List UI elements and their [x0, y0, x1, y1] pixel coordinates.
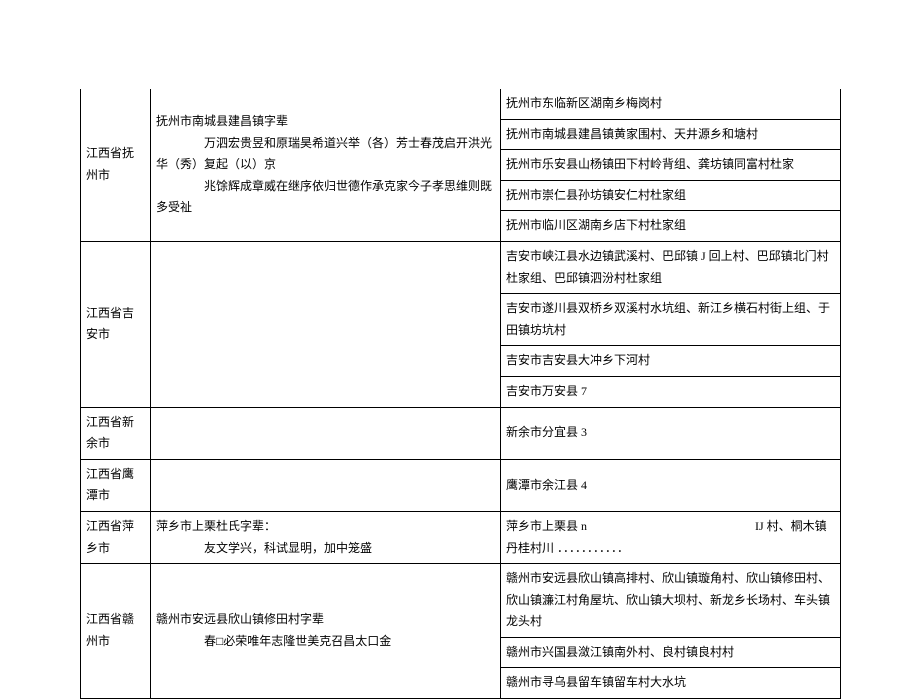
- zibei-text: 萍乡市上栗杜氏字辈：友文学兴，科试显明，加中笼盛: [156, 516, 495, 559]
- middle-cell: [151, 407, 501, 459]
- location-cell: 吉安市万安县 7: [501, 376, 841, 407]
- genealogy-table-wrapper: 江西省抚州市 抚州市南城县建昌镇字辈万泗宏贵昱和原瑞昊希道兴举（各）芳士春茂启开…: [80, 89, 840, 699]
- table-row: 江西省新余市 新余市分宜县 3: [81, 407, 841, 459]
- table-row: 江西省抚州市 抚州市南城县建昌镇字辈万泗宏贵昱和原瑞昊希道兴举（各）芳士春茂启开…: [81, 89, 841, 119]
- location-cell: 赣州市寻乌县留车镇留车村大水坑: [501, 668, 841, 699]
- location-cell: 抚州市乐安县山杨镇田下村岭背组、龚坊镇同富村杜家: [501, 150, 841, 181]
- region-cell: 江西省吉安市: [81, 241, 151, 407]
- middle-cell: 抚州市南城县建昌镇字辈万泗宏贵昱和原瑞昊希道兴举（各）芳士春茂启开洪光华（秀）复…: [151, 89, 501, 241]
- middle-cell: 萍乡市上栗杜氏字辈：友文学兴，科试显明，加中笼盛: [151, 511, 501, 563]
- table-row: 江西省赣州市 赣州市安远县欣山镇修田村字辈春□必荣唯年志隆世美克召昌太口金 赣州…: [81, 564, 841, 638]
- location-cell: 赣州市安远县欣山镇高排村、欣山镇璇角村、欣山镇修田村、欣山镇濂江村角屋坑、欣山镇…: [501, 564, 841, 638]
- table-row: 江西省鹰潭市 鹰潭市余江县 4: [81, 459, 841, 511]
- zibei-text: 赣州市安远县欣山镇修田村字辈春□必荣唯年志隆世美克召昌太口金: [156, 609, 495, 652]
- middle-cell: 赣州市安远县欣山镇修田村字辈春□必荣唯年志隆世美克召昌太口金: [151, 564, 501, 699]
- location-cell: 赣州市兴国县潋江镇南外村、良村镇良村村: [501, 637, 841, 668]
- region-cell: 江西省萍乡市: [81, 511, 151, 563]
- location-cell: 抚州市南城县建昌镇黄家围村、天井源乡和塘村: [501, 119, 841, 150]
- location-cell: 抚州市崇仁县孙坊镇安仁村杜家组: [501, 180, 841, 211]
- location-cell: 吉安市峡江县水边镇武溪村、巴邱镇 J 回上村、巴邱镇北门村杜家组、巴邱镇泗汾村杜…: [501, 241, 841, 293]
- location-cell: 鹰潭市余江县 4: [501, 459, 841, 511]
- middle-cell: [151, 241, 501, 407]
- region-cell: 江西省新余市: [81, 407, 151, 459]
- middle-cell: [151, 459, 501, 511]
- location-cell: 新余市分宜县 3: [501, 407, 841, 459]
- table-row: 江西省吉安市 吉安市峡江县水边镇武溪村、巴邱镇 J 回上村、巴邱镇北门村杜家组、…: [81, 241, 841, 293]
- genealogy-table: 江西省抚州市 抚州市南城县建昌镇字辈万泗宏贵昱和原瑞昊希道兴举（各）芳士春茂启开…: [80, 89, 841, 699]
- region-cell: 江西省赣州市: [81, 564, 151, 699]
- location-cell: 抚州市东临新区湖南乡梅岗村: [501, 89, 841, 119]
- location-cell: 萍乡市上栗县 n IJ 村、桐木镇丹桂村川 ．．．．．．．．．．．: [501, 511, 841, 563]
- zibei-text: 抚州市南城县建昌镇字辈万泗宏贵昱和原瑞昊希道兴举（各）芳士春茂启开洪光华（秀）复…: [156, 111, 495, 219]
- region-cell: 江西省抚州市: [81, 89, 151, 241]
- region-cell: 江西省鹰潭市: [81, 459, 151, 511]
- location-cell: 吉安市遂川县双桥乡双溪村水坑组、新江乡横石村街上组、于田镇坊坑村: [501, 294, 841, 346]
- location-cell: 抚州市临川区湖南乡店下村杜家组: [501, 211, 841, 242]
- location-cell: 吉安市吉安县大冲乡下河村: [501, 346, 841, 377]
